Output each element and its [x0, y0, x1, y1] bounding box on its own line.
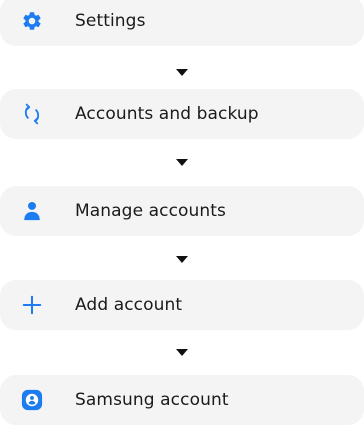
- chevron-down-icon: [176, 256, 188, 263]
- sync-icon: [21, 103, 43, 125]
- gear-icon: [21, 10, 43, 32]
- step-label-settings: Settings: [75, 11, 146, 31]
- step-settings[interactable]: Settings: [0, 0, 364, 46]
- step-label-samsung-account: Samsung account: [75, 390, 229, 410]
- samsung-account-icon: [21, 389, 43, 411]
- chevron-down-icon: [176, 349, 188, 356]
- step-label-accounts-and-backup: Accounts and backup: [75, 104, 259, 124]
- chevron-down-icon: [176, 159, 188, 166]
- step-manage-accounts[interactable]: Manage accounts: [0, 186, 364, 236]
- person-icon: [21, 200, 43, 222]
- step-label-manage-accounts: Manage accounts: [75, 201, 227, 221]
- chevron-down-icon: [176, 69, 188, 76]
- step-samsung-account[interactable]: Samsung account: [0, 375, 364, 425]
- plus-icon: [21, 294, 43, 316]
- step-add-account[interactable]: Add account: [0, 280, 364, 330]
- step-accounts-and-backup[interactable]: Accounts and backup: [0, 89, 364, 139]
- step-label-add-account: Add account: [75, 295, 183, 315]
